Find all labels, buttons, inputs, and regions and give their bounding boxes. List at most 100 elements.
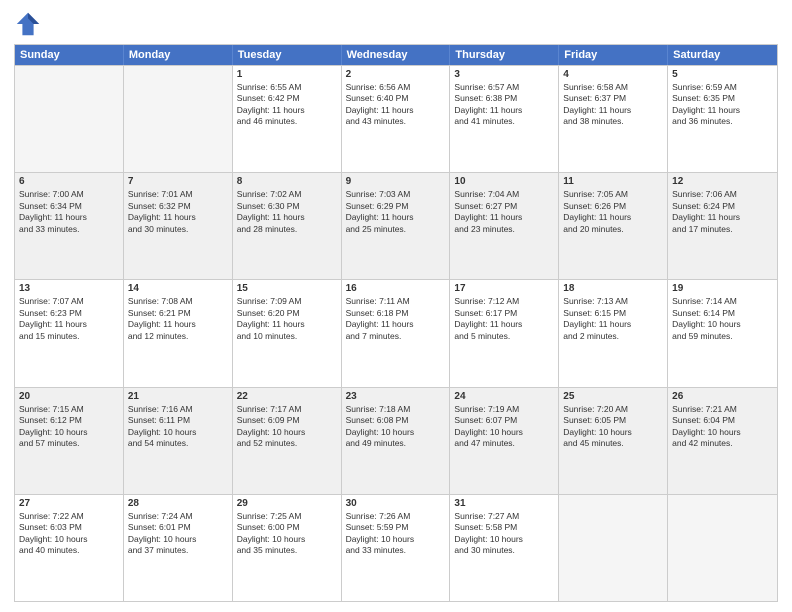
day-info: Sunrise: 7:26 AMSunset: 5:59 PMDaylight:… <box>346 511 446 557</box>
day-cell-16: 16 Sunrise: 7:11 AMSunset: 6:18 PMDayligh… <box>342 280 451 386</box>
day-cell-2: 2 Sunrise: 6:56 AMSunset: 6:40 PMDaylight… <box>342 66 451 172</box>
day-number: 28 <box>128 498 228 509</box>
day-number: 14 <box>128 283 228 294</box>
day-number: 18 <box>563 283 663 294</box>
weekday-header-wednesday: Wednesday <box>342 45 451 65</box>
empty-cell <box>15 66 124 172</box>
logo <box>14 10 46 38</box>
day-number: 7 <box>128 176 228 187</box>
day-number: 19 <box>672 283 773 294</box>
day-cell-3: 3 Sunrise: 6:57 AMSunset: 6:38 PMDaylight… <box>450 66 559 172</box>
day-info: Sunrise: 6:57 AMSunset: 6:38 PMDaylight:… <box>454 82 554 128</box>
day-info: Sunrise: 7:12 AMSunset: 6:17 PMDaylight:… <box>454 296 554 342</box>
day-number: 3 <box>454 69 554 80</box>
weekday-header-monday: Monday <box>124 45 233 65</box>
day-number: 6 <box>19 176 119 187</box>
day-info: Sunrise: 7:24 AMSunset: 6:01 PMDaylight:… <box>128 511 228 557</box>
weekday-header-saturday: Saturday <box>668 45 777 65</box>
day-info: Sunrise: 7:00 AMSunset: 6:34 PMDaylight:… <box>19 189 119 235</box>
calendar-row-2: 13Sunrise: 7:07 AMSunset: 6:23 PMDayligh… <box>15 279 777 386</box>
empty-cell <box>559 495 668 601</box>
day-info: Sunrise: 7:04 AMSunset: 6:27 PMDaylight:… <box>454 189 554 235</box>
day-info: Sunrise: 7:21 AMSunset: 6:04 PMDaylight:… <box>672 404 773 450</box>
calendar-header: SundayMondayTuesdayWednesdayThursdayFrid… <box>15 45 777 65</box>
day-number: 20 <box>19 391 119 402</box>
day-number: 26 <box>672 391 773 402</box>
day-info: Sunrise: 7:01 AMSunset: 6:32 PMDaylight:… <box>128 189 228 235</box>
day-cell-11: 11 Sunrise: 7:05 AMSunset: 6:26 PMDayligh… <box>559 173 668 279</box>
day-number: 11 <box>563 176 663 187</box>
day-cell-25: 25Sunrise: 7:20 AMSunset: 6:05 PMDayligh… <box>559 388 668 494</box>
day-cell-9: 9 Sunrise: 7:03 AMSunset: 6:29 PMDaylight… <box>342 173 451 279</box>
day-number: 9 <box>346 176 446 187</box>
day-info: Sunrise: 6:59 AMSunset: 6:35 PMDaylight:… <box>672 82 773 128</box>
day-info: Sunrise: 7:11 AMSunset: 6:18 PMDaylight:… <box>346 296 446 342</box>
day-info: Sunrise: 7:27 AMSunset: 5:58 PMDaylight:… <box>454 511 554 557</box>
calendar: SundayMondayTuesdayWednesdayThursdayFrid… <box>14 44 778 602</box>
day-cell-29: 29Sunrise: 7:25 AMSunset: 6:00 PMDayligh… <box>233 495 342 601</box>
calendar-row-1: 6 Sunrise: 7:00 AMSunset: 6:34 PMDaylight… <box>15 172 777 279</box>
day-number: 8 <box>237 176 337 187</box>
day-number: 27 <box>19 498 119 509</box>
day-info: Sunrise: 7:03 AMSunset: 6:29 PMDaylight:… <box>346 189 446 235</box>
day-info: Sunrise: 6:56 AMSunset: 6:40 PMDaylight:… <box>346 82 446 128</box>
day-info: Sunrise: 7:18 AMSunset: 6:08 PMDaylight:… <box>346 404 446 450</box>
empty-cell <box>668 495 777 601</box>
day-info: Sunrise: 7:17 AMSunset: 6:09 PMDaylight:… <box>237 404 337 450</box>
day-cell-27: 27 Sunrise: 7:22 AMSunset: 6:03 PMDayligh… <box>15 495 124 601</box>
day-info: Sunrise: 7:13 AMSunset: 6:15 PMDaylight:… <box>563 296 663 342</box>
day-number: 15 <box>237 283 337 294</box>
day-cell-17: 17 Sunrise: 7:12 AMSunset: 6:17 PMDayligh… <box>450 280 559 386</box>
day-info: Sunrise: 6:58 AMSunset: 6:37 PMDaylight:… <box>563 82 663 128</box>
day-cell-15: 15 Sunrise: 7:09 AMSunset: 6:20 PMDayligh… <box>233 280 342 386</box>
day-number: 10 <box>454 176 554 187</box>
day-info: Sunrise: 7:05 AMSunset: 6:26 PMDaylight:… <box>563 189 663 235</box>
weekday-header-thursday: Thursday <box>450 45 559 65</box>
day-cell-14: 14 Sunrise: 7:08 AMSunset: 6:21 PMDayligh… <box>124 280 233 386</box>
header <box>14 10 778 38</box>
empty-cell <box>124 66 233 172</box>
day-number: 16 <box>346 283 446 294</box>
day-cell-1: 1 Sunrise: 6:55 AMSunset: 6:42 PMDaylight… <box>233 66 342 172</box>
calendar-row-3: 20 Sunrise: 7:15 AMSunset: 6:12 PMDayligh… <box>15 387 777 494</box>
day-info: Sunrise: 7:20 AMSunset: 6:05 PMDaylight:… <box>563 404 663 450</box>
day-number: 12 <box>672 176 773 187</box>
day-cell-5: 5Sunrise: 6:59 AMSunset: 6:35 PMDaylight… <box>668 66 777 172</box>
day-info: Sunrise: 7:25 AMSunset: 6:00 PMDaylight:… <box>237 511 337 557</box>
weekday-header-friday: Friday <box>559 45 668 65</box>
day-cell-13: 13Sunrise: 7:07 AMSunset: 6:23 PMDayligh… <box>15 280 124 386</box>
day-cell-23: 23 Sunrise: 7:18 AMSunset: 6:08 PMDayligh… <box>342 388 451 494</box>
day-cell-8: 8 Sunrise: 7:02 AMSunset: 6:30 PMDaylight… <box>233 173 342 279</box>
day-info: Sunrise: 7:22 AMSunset: 6:03 PMDaylight:… <box>19 511 119 557</box>
calendar-row-4: 27 Sunrise: 7:22 AMSunset: 6:03 PMDayligh… <box>15 494 777 601</box>
day-number: 1 <box>237 69 337 80</box>
logo-icon <box>14 10 42 38</box>
day-cell-21: 21Sunrise: 7:16 AMSunset: 6:11 PMDayligh… <box>124 388 233 494</box>
day-info: Sunrise: 7:09 AMSunset: 6:20 PMDaylight:… <box>237 296 337 342</box>
day-info: Sunrise: 7:14 AMSunset: 6:14 PMDaylight:… <box>672 296 773 342</box>
day-cell-12: 12Sunrise: 7:06 AMSunset: 6:24 PMDayligh… <box>668 173 777 279</box>
day-cell-24: 24Sunrise: 7:19 AMSunset: 6:07 PMDayligh… <box>450 388 559 494</box>
day-cell-10: 10 Sunrise: 7:04 AMSunset: 6:27 PMDayligh… <box>450 173 559 279</box>
day-info: Sunrise: 7:08 AMSunset: 6:21 PMDaylight:… <box>128 296 228 342</box>
day-number: 30 <box>346 498 446 509</box>
day-number: 17 <box>454 283 554 294</box>
calendar-row-0: 1 Sunrise: 6:55 AMSunset: 6:42 PMDaylight… <box>15 65 777 172</box>
day-number: 22 <box>237 391 337 402</box>
day-number: 24 <box>454 391 554 402</box>
day-cell-31: 31 Sunrise: 7:27 AMSunset: 5:58 PMDayligh… <box>450 495 559 601</box>
day-info: Sunrise: 7:02 AMSunset: 6:30 PMDaylight:… <box>237 189 337 235</box>
weekday-header-sunday: Sunday <box>15 45 124 65</box>
page: SundayMondayTuesdayWednesdayThursdayFrid… <box>0 0 792 612</box>
day-number: 2 <box>346 69 446 80</box>
day-cell-6: 6 Sunrise: 7:00 AMSunset: 6:34 PMDaylight… <box>15 173 124 279</box>
day-info: Sunrise: 6:55 AMSunset: 6:42 PMDaylight:… <box>237 82 337 128</box>
day-info: Sunrise: 7:15 AMSunset: 6:12 PMDaylight:… <box>19 404 119 450</box>
day-number: 31 <box>454 498 554 509</box>
day-cell-30: 30 Sunrise: 7:26 AMSunset: 5:59 PMDayligh… <box>342 495 451 601</box>
day-number: 23 <box>346 391 446 402</box>
day-cell-20: 20 Sunrise: 7:15 AMSunset: 6:12 PMDayligh… <box>15 388 124 494</box>
day-number: 4 <box>563 69 663 80</box>
day-info: Sunrise: 7:16 AMSunset: 6:11 PMDaylight:… <box>128 404 228 450</box>
day-cell-26: 26 Sunrise: 7:21 AMSunset: 6:04 PMDayligh… <box>668 388 777 494</box>
